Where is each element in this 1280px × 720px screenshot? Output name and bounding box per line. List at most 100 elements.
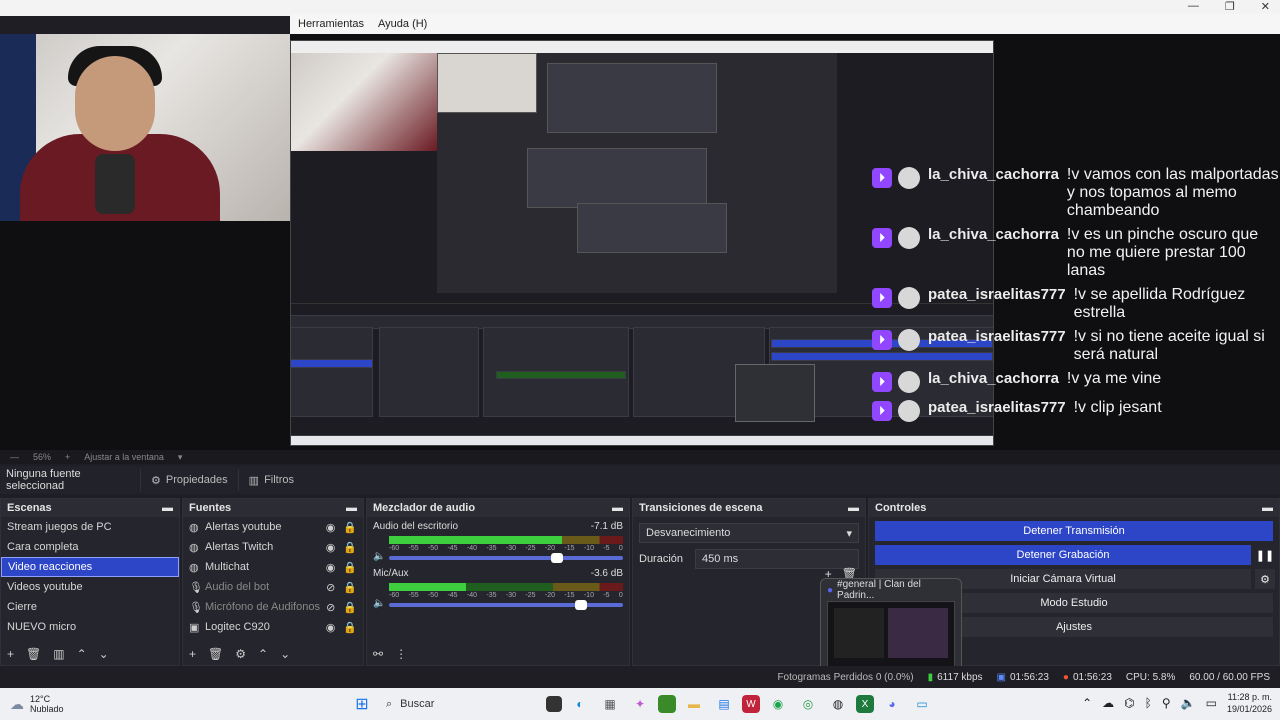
arrow-up-icon[interactable]: ⌃	[77, 647, 87, 661]
filter-icon: ▥	[248, 474, 260, 487]
network-icon[interactable]: ⌬	[1124, 696, 1134, 710]
maximize-icon[interactable]: ❐	[1225, 0, 1235, 13]
duration-input[interactable]: 450 ms	[695, 549, 859, 569]
winrar-icon[interactable]: W	[742, 695, 760, 713]
source-item[interactable]: 🎙 Audio del bot ⊘ 🔒	[183, 577, 363, 597]
photos-icon[interactable]: ▭	[910, 692, 934, 716]
chevron-up-icon[interactable]: ⌃	[1082, 696, 1092, 710]
zoom-out-button[interactable]: —	[10, 452, 19, 462]
volume-icon[interactable]: 🔈	[1181, 696, 1196, 710]
chrome-canary-icon[interactable]: ◎	[796, 692, 820, 716]
clock[interactable]: 11:28 p. m. 19/01/2026	[1227, 691, 1272, 715]
scene-item[interactable]: Video reacciones	[1, 557, 179, 577]
eye-icon[interactable]: ◉	[326, 521, 336, 534]
pause-icon[interactable]: ❚❚	[1255, 545, 1275, 565]
mixer-channels: Audio del escritorio -7.1 dB -60 -55 -50 -45-…	[367, 517, 629, 611]
filter-icon[interactable]: ▥	[53, 647, 64, 661]
volume-slider[interactable]	[389, 600, 623, 610]
transitions-header: Transiciones de escena ▬	[633, 499, 865, 517]
transition-select[interactable]: Desvanecimiento ▾	[639, 523, 859, 543]
windows-start-icon[interactable]: ⊞	[350, 692, 374, 716]
gear-icon[interactable]: ⚙	[1255, 569, 1275, 589]
dock-menu-icon[interactable]: ▬	[346, 502, 357, 514]
clock-time: 11:28 p. m.	[1227, 692, 1272, 702]
minecraft-icon[interactable]	[658, 695, 676, 713]
eye-off-icon[interactable]: ⊘	[326, 601, 335, 614]
onedrive-icon[interactable]: ☁	[1102, 696, 1114, 710]
scene-item[interactable]: Stream juegos de PC	[1, 517, 179, 537]
fit-window-label[interactable]: Ajustar a la ventana	[84, 452, 164, 462]
source-item[interactable]: ◍ Alertas youtube ◉ 🔒	[183, 517, 363, 537]
stop-recording-button[interactable]: Detener Grabación ❚❚	[875, 545, 1275, 565]
usb-icon[interactable]: ⚲	[1162, 696, 1171, 710]
weather-widget[interactable]: ☁ 12°C Nublado	[0, 694, 160, 714]
controls-title: Controles	[875, 502, 927, 514]
scene-item[interactable]: NUEVO micro	[1, 617, 179, 637]
dock-menu-icon[interactable]: ▬	[848, 502, 859, 514]
dock-menu-icon[interactable]: ▬	[1262, 502, 1273, 514]
slider-knob[interactable]	[574, 600, 587, 610]
chrome-icon[interactable]: ◉	[766, 692, 790, 716]
lock-icon[interactable]: 🔒	[343, 601, 357, 614]
level-meter	[389, 583, 623, 591]
slider-knob[interactable]	[551, 553, 564, 563]
copilot-icon[interactable]: ✦	[628, 692, 652, 716]
minimize-icon[interactable]: —	[1188, 0, 1199, 13]
lock-icon[interactable]: 🔒	[343, 541, 357, 554]
zoom-in-button[interactable]: +	[65, 452, 70, 462]
discord-icon[interactable]: ◕	[880, 692, 904, 716]
arrow-down-icon[interactable]: ⌄	[99, 647, 109, 661]
menu-item-ayuda[interactable]: Ayuda (H)	[378, 18, 427, 30]
taskbar-preview-popup[interactable]: ● #general | Clan del Padrin...	[820, 578, 962, 676]
store-icon[interactable]: ▦	[598, 692, 622, 716]
eye-icon[interactable]: ◉	[326, 541, 336, 554]
taskbar-search[interactable]: ⌕ Buscar	[380, 692, 540, 716]
lock-icon[interactable]: 🔒	[343, 561, 357, 574]
trash-icon[interactable]: 🗑	[208, 647, 223, 661]
stream-time: 01:56:23	[1009, 671, 1049, 683]
arrow-up-icon[interactable]: ⌃	[258, 647, 268, 661]
arrow-down-icon[interactable]: ⌄	[280, 647, 290, 661]
source-item[interactable]: 🎙 Micrófono de Audifonos ⊘ 🔒	[183, 597, 363, 617]
stop-streaming-button[interactable]: Detener Transmisión	[875, 521, 1273, 541]
add-icon[interactable]: +	[189, 647, 196, 661]
scene-item[interactable]: Cierre	[1, 597, 179, 617]
chevron-down-icon[interactable]: ▾	[178, 452, 183, 463]
folder-icon[interactable]: ▬	[682, 692, 706, 716]
eye-icon[interactable]: ◉	[326, 561, 336, 574]
menu-item-herramientas[interactable]: Herramientas	[298, 18, 364, 30]
eye-off-icon[interactable]: ⊘	[326, 581, 335, 594]
dock-menu-icon[interactable]: ▬	[162, 502, 173, 514]
scale-tick: -45	[447, 592, 458, 599]
volume-icon[interactable]: 🔈	[373, 551, 385, 562]
mixer-channel: Mic/Aux -3.6 dB -60 -55 -50 -45 -40 -35 -30 -25 -2…	[367, 564, 629, 611]
trash-icon[interactable]: 🗑	[26, 647, 41, 661]
gear-icon[interactable]: ⚙	[235, 647, 246, 661]
volume-icon[interactable]: 🔈	[373, 598, 385, 609]
ms-store-icon[interactable]: ▤	[712, 692, 736, 716]
source-item[interactable]: ◍ Multichat ◉ 🔒	[183, 557, 363, 577]
filters-button[interactable]: ▥ Filtros	[237, 469, 304, 491]
more-icon[interactable]: ⋮	[395, 647, 407, 661]
properties-button[interactable]: ⚙ Propiedades	[140, 469, 238, 491]
close-icon[interactable]: ✕	[1261, 0, 1270, 13]
obs-icon[interactable]: ◍	[826, 692, 850, 716]
scene-item[interactable]: Cara completa	[1, 537, 179, 557]
edge-icon[interactable]: ◐	[568, 692, 592, 716]
eye-icon[interactable]: ◉	[326, 621, 336, 634]
link-icon[interactable]: ⚯	[373, 647, 383, 661]
twitch-icon: ⏵	[872, 330, 892, 350]
battery-icon[interactable]: ▭	[1206, 696, 1217, 710]
task-view-icon[interactable]	[546, 696, 562, 712]
lock-icon[interactable]: 🔒	[343, 581, 357, 594]
excel-icon[interactable]: X	[856, 695, 874, 713]
dock-menu-icon[interactable]: ▬	[612, 502, 623, 514]
add-icon[interactable]: +	[7, 647, 14, 661]
bluetooth-icon[interactable]: ᛒ	[1145, 696, 1152, 710]
source-item[interactable]: ◍ Alertas Twitch ◉ 🔒	[183, 537, 363, 557]
scene-item[interactable]: Videos youtube	[1, 577, 179, 597]
source-item[interactable]: ▣ Logitec C920 ◉ 🔒	[183, 617, 363, 637]
lock-icon[interactable]: 🔒	[343, 521, 357, 534]
volume-slider[interactable]	[389, 553, 623, 563]
lock-icon[interactable]: 🔒	[343, 621, 357, 634]
